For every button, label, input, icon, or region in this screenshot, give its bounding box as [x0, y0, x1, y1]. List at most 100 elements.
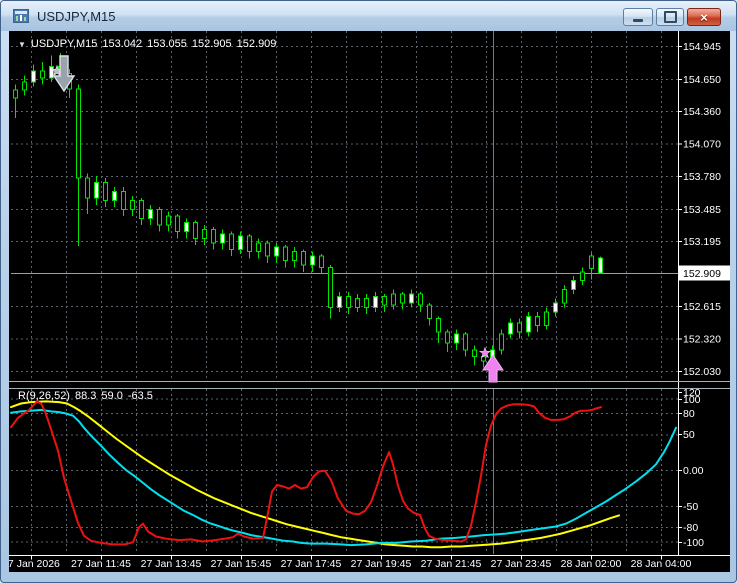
ohlc-high: 153.055 — [147, 38, 187, 50]
candle-body — [418, 293, 423, 306]
candle-body — [436, 318, 441, 333]
titlebar[interactable]: USDJPY,M15 × — [1, 1, 736, 31]
indicator-value-red: 88.3 — [74, 390, 97, 402]
time-axis-label: 28 Jan 04:00 — [631, 558, 692, 570]
ohlc-low: 152.905 — [191, 38, 232, 50]
candle-body — [256, 242, 261, 253]
indicator-axis-label: 100 — [683, 394, 701, 406]
candle-body — [301, 251, 306, 266]
price-axis-label: 154.650 — [683, 74, 721, 86]
candle-body — [130, 199, 135, 210]
candle-body — [373, 295, 378, 308]
candle-body — [175, 215, 180, 233]
ohlc-close: 152.909 — [236, 38, 277, 50]
candle-body — [220, 233, 225, 244]
time-axis-label: 27 Jan 17:45 — [281, 558, 342, 570]
candle-body — [49, 66, 54, 79]
price-axis-label: 152.320 — [683, 334, 721, 346]
indicator-value-cyan: 59.0 — [101, 390, 123, 402]
indicator-axis-label: -50 — [683, 501, 698, 513]
time-axis-label: 27 Jan 13:45 — [141, 558, 202, 570]
time-axis-label: 28 Jan 02:00 — [561, 558, 622, 570]
chart-svg[interactable]: 154.945 154.650 154.360 154.070 153.780 153.4… — [2, 31, 730, 572]
indicator-name: R(9,26,52) — [18, 390, 70, 402]
minimize-button[interactable] — [623, 8, 653, 26]
candle-body — [310, 255, 315, 266]
candle-body — [265, 242, 270, 257]
price-axis-label: 152.615 — [683, 301, 721, 313]
candle-body — [238, 235, 243, 250]
candle-body — [382, 295, 387, 306]
candle-body — [535, 315, 540, 326]
candle-body — [364, 298, 369, 308]
candle-body — [157, 208, 162, 226]
current-price-label: 152.909 — [683, 268, 721, 280]
price-axis-label: 153.780 — [683, 171, 721, 183]
candle-body — [346, 295, 351, 308]
candle-body — [94, 182, 99, 199]
candle-body — [526, 315, 531, 333]
candle-body — [103, 182, 108, 201]
candle-body — [22, 81, 27, 91]
candle-body — [31, 70, 36, 83]
candle-body — [508, 322, 513, 335]
candle-body — [112, 190, 117, 201]
time-axis-label: 27 Jan 21:45 — [421, 558, 482, 570]
candle-body — [121, 190, 126, 210]
candle-body — [499, 333, 504, 351]
chart-ohlc-header[interactable]: ▼ USDJPY,M15 153.042 153.055 152.905 152.909 — [18, 38, 281, 50]
candle-body — [211, 228, 216, 244]
candle-body — [148, 208, 153, 219]
time-axis-label: 27 Jan 11:45 — [71, 558, 131, 570]
close-button[interactable]: × — [687, 8, 721, 26]
price-axis-label: 154.360 — [683, 106, 721, 118]
window-controls: × — [620, 8, 721, 26]
minimize-icon — [633, 19, 643, 22]
close-icon: × — [700, 9, 708, 25]
candle-body — [409, 293, 414, 304]
restore-button[interactable] — [656, 8, 684, 26]
time-axis[interactable]: 27 Jan 2026 27 Jan 11:45 27 Jan 13:45 27 Ja… — [2, 555, 692, 571]
candle-body — [427, 304, 432, 320]
candle-body — [283, 246, 288, 262]
candle-body — [463, 333, 468, 351]
candle-body — [391, 293, 396, 306]
candle-body — [292, 251, 297, 262]
ohlc-open: 153.042 — [102, 38, 143, 50]
candle-body — [13, 89, 18, 99]
price-axis-label: 153.195 — [683, 236, 721, 248]
price-axis-label: 153.485 — [683, 204, 721, 216]
candle-body — [580, 271, 585, 282]
mt4-chart-window: USDJPY,M15 × 154.945 154.650 154.360 154.07… — [0, 0, 737, 583]
candle-body — [274, 246, 279, 257]
time-axis-label: 27 Jan 15:45 — [211, 558, 272, 570]
chart-content: 154.945 154.650 154.360 154.070 153.780 153.4… — [2, 31, 730, 572]
price-axis-label: 154.070 — [683, 139, 721, 151]
candle-body — [553, 302, 558, 313]
price-axis-label: 152.030 — [683, 366, 721, 378]
candle-body — [202, 228, 207, 239]
symbol-label: USDJPY,M15 — [30, 38, 98, 50]
candle-body — [166, 215, 171, 226]
candle-body — [454, 333, 459, 344]
indicator-header[interactable]: R(9,26,52) 88.3 59.0 -63.5 — [18, 390, 158, 402]
candle-body — [355, 298, 360, 308]
candle-body — [193, 222, 198, 239]
time-axis-label: 27 Jan 2026 — [9, 558, 60, 570]
candle-body — [328, 266, 333, 308]
indicator-value-yellow: -63.5 — [127, 390, 153, 402]
time-axis-label: 27 Jan 19:45 — [351, 558, 412, 570]
candle-body — [184, 222, 189, 233]
candle-body — [40, 70, 45, 79]
candle-body — [139, 199, 144, 219]
candle-body — [337, 295, 342, 308]
indicator-axis-label: 80 — [683, 408, 695, 420]
restore-icon — [663, 11, 677, 23]
candle-body — [562, 289, 567, 304]
indicator-axis-label: 0.00 — [683, 465, 704, 477]
indicator-axis-label: -80 — [683, 522, 698, 534]
time-axis-label: 27 Jan 23:45 — [491, 558, 552, 570]
indicator-axis-label: 50 — [683, 429, 695, 441]
indicator-axis-label: -100 — [683, 537, 704, 549]
candle-body — [472, 349, 477, 358]
